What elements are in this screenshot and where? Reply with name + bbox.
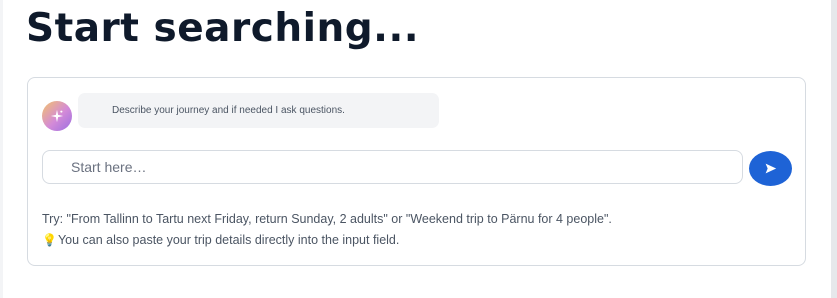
trip-query-input[interactable] (42, 150, 743, 184)
example-hint: Try: "From Tallinn to Tartu next Friday,… (42, 212, 612, 226)
send-button[interactable] (749, 151, 792, 186)
paste-tip-text: You can also paste your trip details dir… (57, 233, 400, 247)
page: Start searching... Describe your journey… (0, 0, 837, 298)
chat-card: Describe your journey and if needed I as… (27, 77, 806, 266)
sparkle-icon (50, 109, 64, 123)
assistant-message: Describe your journey and if needed I as… (78, 93, 439, 128)
page-title: Start searching... (26, 6, 420, 51)
assistant-avatar (42, 101, 72, 131)
paste-tip: 💡You can also paste your trip details di… (42, 233, 399, 247)
send-arrow-icon (765, 163, 777, 174)
left-edge-shadow (0, 0, 3, 298)
lightbulb-icon: 💡 (42, 233, 57, 247)
right-edge-scrollbar-track (831, 0, 837, 298)
